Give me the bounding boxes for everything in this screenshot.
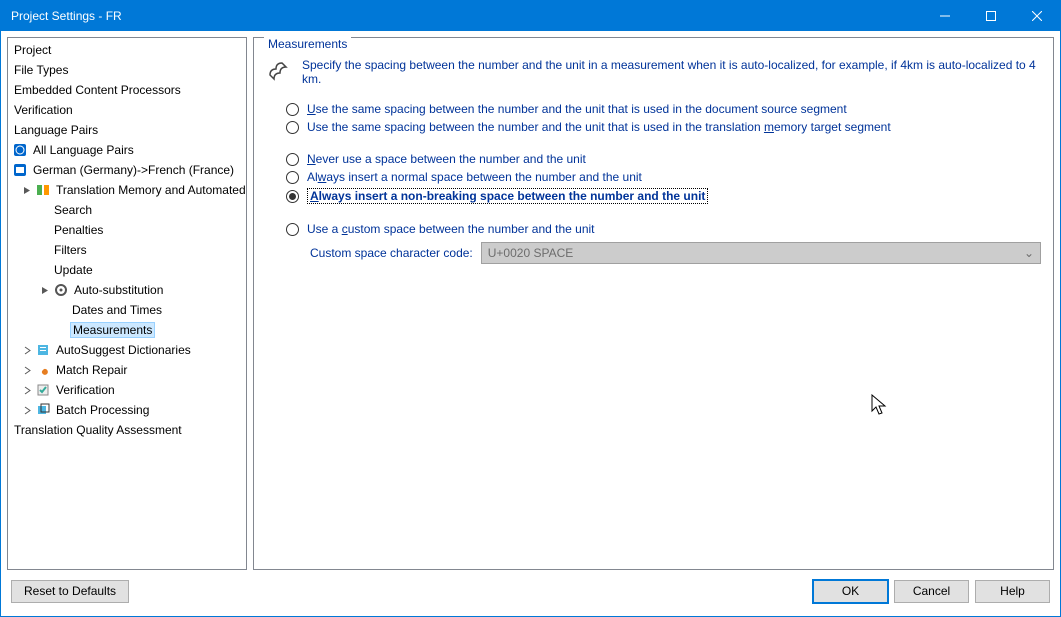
tree-item-verification[interactable]: Verification bbox=[8, 100, 246, 120]
custom-space-label: Custom space character code: bbox=[310, 246, 473, 260]
tm-icon bbox=[35, 182, 51, 198]
titlebar[interactable]: Project Settings - FR bbox=[1, 1, 1060, 31]
radio-icon bbox=[286, 223, 299, 236]
book-icon bbox=[35, 342, 51, 358]
globe-icon bbox=[12, 142, 28, 158]
reset-defaults-button[interactable]: Reset to Defaults bbox=[11, 580, 129, 603]
tree-item-auto-substitution[interactable]: Auto-substitution bbox=[8, 280, 246, 300]
radio-label: Always insert a normal space between the… bbox=[307, 170, 642, 184]
tree-item-batch-processing[interactable]: Batch Processing bbox=[8, 400, 246, 420]
expand-icon[interactable] bbox=[22, 385, 33, 396]
radio-label: Never use a space between the number and… bbox=[307, 152, 586, 166]
radio-icon bbox=[286, 190, 299, 203]
radio-label: Always insert a non-breaking space betwe… bbox=[307, 188, 708, 204]
radio-source-spacing[interactable]: Use the same spacing between the number … bbox=[286, 102, 1041, 116]
footer: Reset to Defaults OK Cancel Help bbox=[7, 570, 1054, 610]
expand-icon[interactable] bbox=[22, 365, 33, 376]
collapse-icon[interactable] bbox=[22, 185, 33, 196]
expand-icon[interactable] bbox=[22, 345, 33, 356]
radio-icon bbox=[286, 171, 299, 184]
intro-text: Specify the spacing between the number a… bbox=[302, 58, 1041, 86]
tree-item-project[interactable]: Project bbox=[8, 40, 246, 60]
cancel-button[interactable]: Cancel bbox=[894, 580, 969, 603]
tree-item-language-pairs[interactable]: Language Pairs bbox=[8, 120, 246, 140]
tree-item-measurements[interactable]: Measurements bbox=[8, 320, 246, 340]
radio-nonbreaking-space[interactable]: Always insert a non-breaking space betwe… bbox=[286, 188, 1041, 204]
flag-icon bbox=[12, 162, 28, 178]
tree-item-match-repair[interactable]: Match Repair bbox=[8, 360, 246, 380]
tree-item-search[interactable]: Search bbox=[8, 200, 246, 220]
radio-label: Use a custom space between the number an… bbox=[307, 222, 595, 236]
radio-custom-space[interactable]: Use a custom space between the number an… bbox=[286, 222, 1041, 236]
custom-space-dropdown: U+0020 SPACE ⌄ bbox=[481, 242, 1041, 264]
minimize-button[interactable] bbox=[922, 1, 968, 31]
collapse-icon[interactable] bbox=[40, 285, 51, 296]
radio-icon bbox=[286, 103, 299, 116]
gear-icon bbox=[53, 282, 69, 298]
chevron-down-icon: ⌄ bbox=[1024, 246, 1034, 260]
tree-item-dates-times[interactable]: Dates and Times bbox=[8, 300, 246, 320]
measurement-icon bbox=[266, 59, 290, 86]
radio-label: Use the same spacing between the number … bbox=[307, 120, 891, 134]
close-button[interactable] bbox=[1014, 1, 1060, 31]
panel-heading: Measurements bbox=[264, 37, 351, 51]
radio-normal-space[interactable]: Always insert a normal space between the… bbox=[286, 170, 1041, 184]
batch-icon bbox=[35, 402, 51, 418]
custom-space-value: U+0020 SPACE bbox=[488, 246, 574, 260]
check-icon bbox=[35, 382, 51, 398]
tree-item-tqa[interactable]: Translation Quality Assessment bbox=[8, 420, 246, 440]
content-panel: Measurements Specify the spacing between… bbox=[253, 37, 1054, 570]
tree-item-all-language-pairs[interactable]: All Language Pairs bbox=[8, 140, 246, 160]
radio-tm-spacing[interactable]: Use the same spacing between the number … bbox=[286, 120, 1041, 134]
tree-item-update[interactable]: Update bbox=[8, 260, 246, 280]
wrench-icon bbox=[35, 362, 51, 378]
help-button[interactable]: Help bbox=[975, 580, 1050, 603]
radio-never-space[interactable]: Never use a space between the number and… bbox=[286, 152, 1041, 166]
tree-item-tm-automated[interactable]: Translation Memory and Automated Transla… bbox=[8, 180, 246, 200]
tree-item-autosuggest[interactable]: AutoSuggest Dictionaries bbox=[8, 340, 246, 360]
maximize-button[interactable] bbox=[968, 1, 1014, 31]
tree-item-file-types[interactable]: File Types bbox=[8, 60, 246, 80]
tree-item-embedded-content[interactable]: Embedded Content Processors bbox=[8, 80, 246, 100]
expand-icon[interactable] bbox=[22, 405, 33, 416]
tree-item-penalties[interactable]: Penalties bbox=[8, 220, 246, 240]
radio-label: Use the same spacing between the number … bbox=[307, 102, 847, 116]
window-title: Project Settings - FR bbox=[11, 9, 922, 23]
radio-icon bbox=[286, 121, 299, 134]
ok-button[interactable]: OK bbox=[813, 580, 888, 603]
tree-item-filters[interactable]: Filters bbox=[8, 240, 246, 260]
nav-tree[interactable]: Project File Types Embedded Content Proc… bbox=[7, 37, 247, 570]
cursor-icon bbox=[871, 394, 889, 418]
tree-item-german-french[interactable]: German (Germany)->French (France) bbox=[8, 160, 246, 180]
tree-item-verification-sub[interactable]: Verification bbox=[8, 380, 246, 400]
radio-icon bbox=[286, 153, 299, 166]
